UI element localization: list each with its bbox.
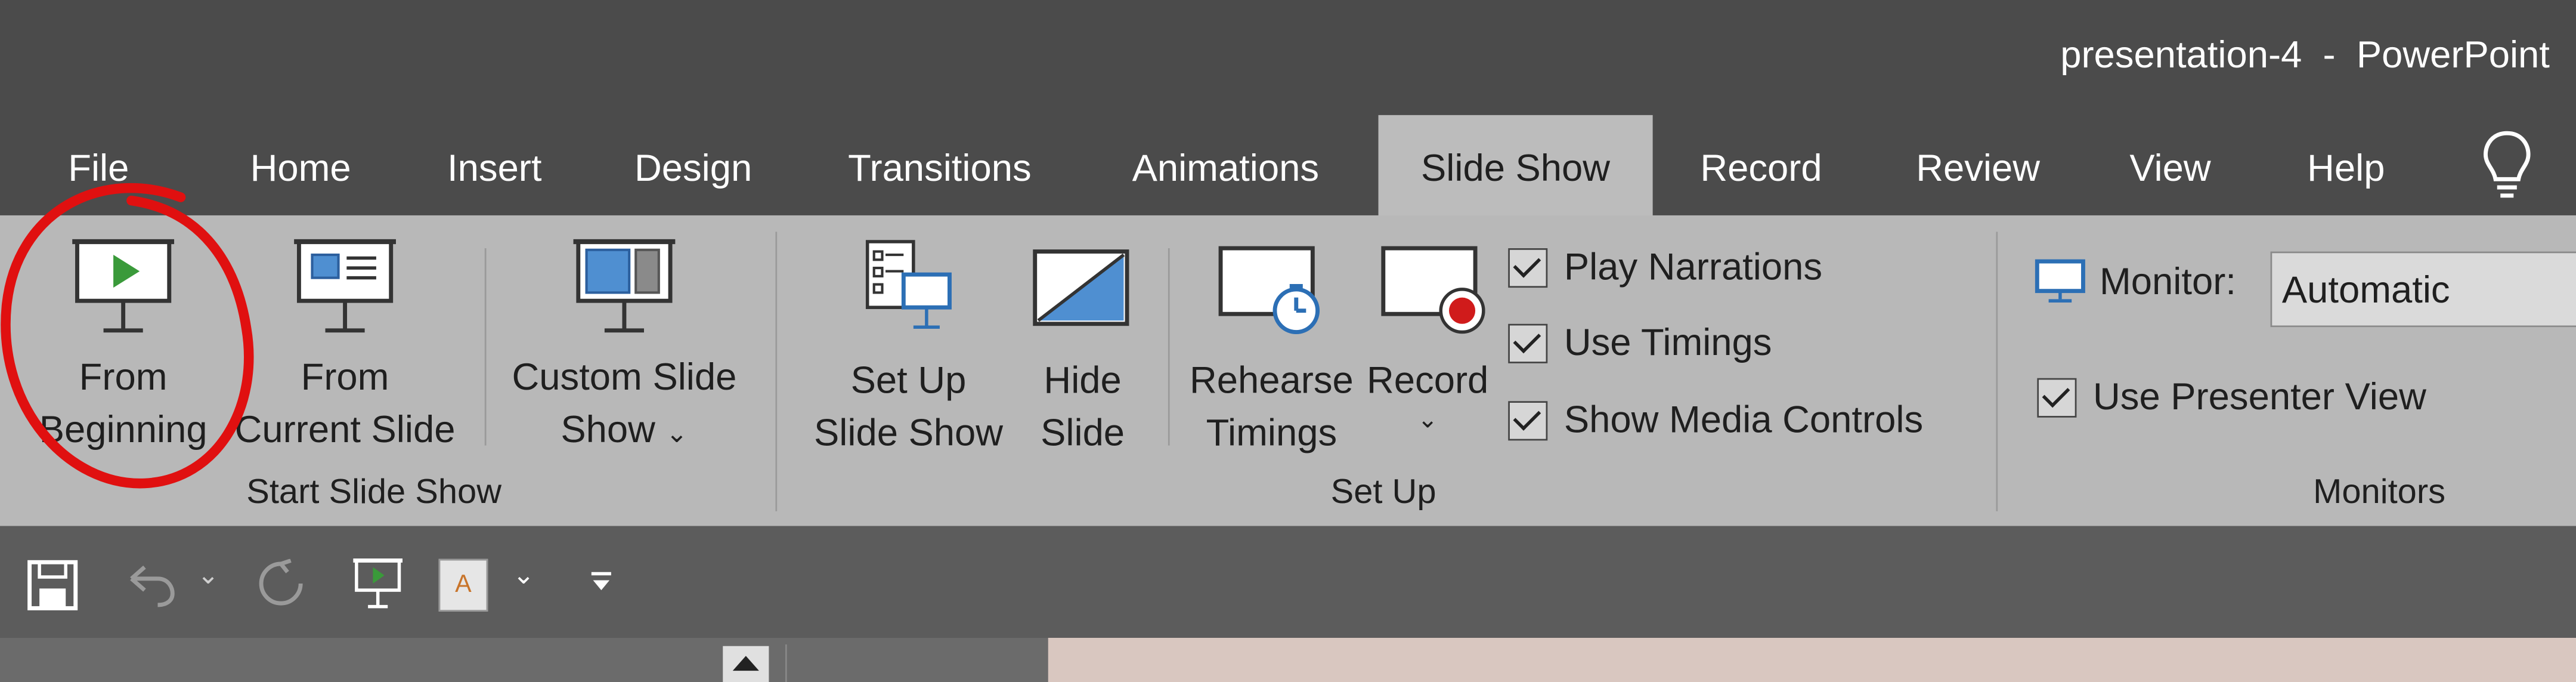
rehearse-label-2: Timings [1206,411,1337,454]
monitor-label-row: Monitor: [2034,258,2236,304]
use-presenter-view-checkbox[interactable]: Use Presenter View [2037,375,2426,419]
font-color-chevron-icon[interactable]: ⌄ [513,559,535,592]
set-up-slide-show-button[interactable]: Set Up Slide Show [801,238,1015,458]
customize-qat-icon[interactable] [588,569,614,595]
tab-insert[interactable]: Insert [427,115,562,217]
chevron-up-icon [732,656,759,671]
checkbox-checked-icon [1508,247,1548,287]
present-from-beginning-icon [72,239,175,333]
hide-slide-button[interactable]: Hide Slide [1018,238,1147,458]
chevron-down-icon: ⌄ [665,421,688,449]
group-separator [775,232,778,511]
rehearse-timings-button[interactable]: Rehearse Timings [1179,238,1364,458]
from-current-slide-button[interactable]: From Current Slide [230,235,460,455]
play-narrations-checkbox[interactable]: Play Narrations [1508,245,1822,289]
separator [484,248,487,446]
use-timings-label: Use Timings [1563,320,1772,363]
tab-transitions[interactable]: Transitions [825,115,1055,217]
tab-help[interactable]: Help [2287,115,2405,217]
hide-slide-icon [1033,249,1129,326]
set-up-label-2: Slide Show [814,411,1004,454]
from-beginning-label-1: From [79,355,168,398]
tab-animations[interactable]: Animations [1104,115,1347,217]
set-up-slide-show-icon [865,240,952,329]
panel-divider [785,644,787,682]
font-color-icon[interactable]: A [438,558,488,612]
group-separator [1996,232,1998,511]
record-label: Record [1367,358,1489,402]
undo-icon[interactable] [125,562,177,608]
group-label-set-up: Set Up [1330,473,1436,511]
custom-slide-show-icon [573,239,676,333]
present-from-start-icon[interactable] [352,556,404,612]
monitor-icon [2035,259,2085,303]
checkbox-checked-icon [2037,377,2077,417]
scroll-up-button[interactable] [723,646,769,682]
set-up-label-1: Set Up [850,358,967,402]
play-narrations-label: Play Narrations [1563,245,1823,288]
from-current-label-1: From [301,355,389,398]
save-icon[interactable] [26,559,79,612]
checkbox-checked-icon [1508,323,1548,363]
record-button[interactable]: Record ⌄ [1360,238,1495,436]
present-from-current-icon [294,239,396,333]
ribbon-slide-show: From Beginning From Current Slide Custom… [0,215,2576,526]
tab-record[interactable]: Record [1679,115,1844,217]
show-media-controls-label: Show Media Controls [1563,397,1924,441]
custom-slide-show-label-2: Show ⌄ [561,408,688,450]
undo-chevron-icon[interactable]: ⌄ [197,559,219,592]
hide-slide-label-1: Hide [1044,358,1122,402]
custom-slide-show-label-1: Custom Slide [512,355,737,398]
record-chevron-icon[interactable]: ⌄ [1360,406,1495,436]
separator [1168,248,1170,446]
tab-review[interactable]: Review [1896,115,2060,217]
show-media-controls-checkbox[interactable]: Show Media Controls [1508,398,1923,442]
rehearse-label-1: Rehearse [1190,358,1354,402]
from-beginning-button[interactable]: From Beginning [10,235,237,455]
redo-icon[interactable] [256,558,306,609]
from-beginning-label-2: Beginning [39,408,208,450]
monitor-select[interactable]: Automatic [2270,251,2576,328]
monitor-label: Monitor: [2100,258,2236,302]
slide-canvas[interactable] [1048,637,2576,682]
record-icon [1381,246,1485,334]
tab-slide-show[interactable]: Slide Show [1378,115,1653,217]
use-presenter-view-label: Use Presenter View [2092,375,2426,418]
from-current-label-2: Current Slide [234,408,456,450]
lightbulb-icon[interactable] [2478,128,2537,200]
ribbon-tabs: File Home Insert Design Transitions Anim… [0,115,2576,217]
tab-view[interactable]: View [2110,115,2231,217]
tab-design[interactable]: Design [614,115,772,217]
window-title: presentation-4 - PowerPoint [2060,33,2550,76]
tab-home[interactable]: Home [227,115,374,217]
title-bar: presentation-4 - PowerPoint [0,0,2576,115]
custom-slide-show-button[interactable]: Custom Slide Show ⌄ [500,235,750,462]
tab-file[interactable]: File [49,115,148,217]
quick-access-toolbar: ⌄ A ⌄ [0,526,2576,638]
hide-slide-label-2: Slide [1041,411,1125,454]
use-timings-checkbox[interactable]: Use Timings [1508,320,1772,365]
group-label-start-slide-show: Start Slide Show [246,473,501,511]
group-label-monitors: Monitors [2313,473,2446,511]
rehearse-timings-icon [1218,246,1320,334]
checkbox-checked-icon [1508,400,1548,440]
